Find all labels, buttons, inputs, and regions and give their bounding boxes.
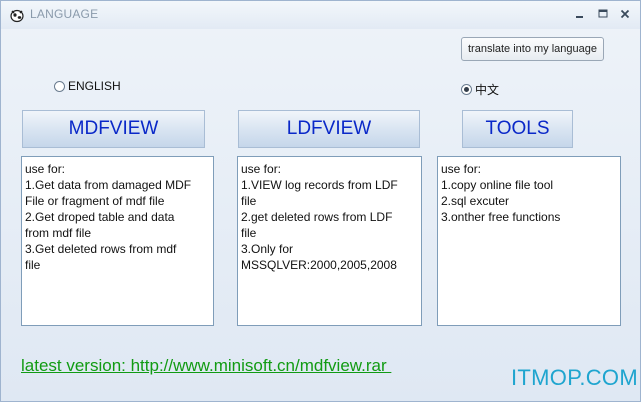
latest-version-link[interactable]: latest version: http://www.minisoft.cn/m… xyxy=(21,356,391,376)
tools-line: 1.copy online file tool xyxy=(441,178,554,192)
close-icon[interactable] xyxy=(616,7,634,21)
minimize-icon[interactable] xyxy=(571,7,589,21)
tools-button[interactable]: TOOLS xyxy=(462,110,573,148)
translate-button[interactable]: translate into my language xyxy=(461,37,604,61)
mdfview-line: from mdf file xyxy=(25,226,92,240)
language-window: LANGUAGE translate into my language ENGL… xyxy=(0,0,641,402)
english-radio-circle[interactable] xyxy=(54,80,65,92)
chinese-radio-circle[interactable] xyxy=(461,84,472,95)
window-title: LANGUAGE xyxy=(30,7,99,21)
ldfview-description[interactable]: use for: 1.VIEW log records from LDF fil… xyxy=(237,156,422,326)
mdfview-line: file xyxy=(25,258,41,272)
ldfview-line: file xyxy=(241,194,257,208)
tools-line: use for: xyxy=(441,162,482,176)
title-bar[interactable]: LANGUAGE xyxy=(1,1,640,29)
ldfview-line: 2.get deleted rows from LDF xyxy=(241,210,393,224)
mdfview-description[interactable]: use for: 1.Get data from damaged MDF Fil… xyxy=(21,156,214,326)
maximize-icon[interactable] xyxy=(594,7,612,21)
mdfview-line: 1.Get data from damaged MDF xyxy=(25,178,192,192)
ldfview-line: file xyxy=(241,226,257,240)
mdfview-line: 2.Get droped table and data xyxy=(25,210,175,224)
mdfview-line: File or fragment of mdf file xyxy=(25,194,165,208)
tools-line: 3.onther free functions xyxy=(441,210,561,224)
ldfview-line: 1.VIEW log records from LDF xyxy=(241,178,398,192)
mdfview-line: use for: xyxy=(25,162,66,176)
mdfview-line: 3.Get deleted rows from mdf xyxy=(25,242,177,256)
watermark: ITMOP.COM xyxy=(511,365,638,390)
cow-icon xyxy=(9,7,25,23)
ldfview-button[interactable]: LDFVIEW xyxy=(238,110,420,148)
english-radio-label: ENGLISH xyxy=(68,79,121,93)
ldfview-line: 3.Only for xyxy=(241,242,294,256)
ldfview-line: MSSQLVER:2000,2005,2008 xyxy=(241,258,397,272)
chinese-radio[interactable]: 中文 xyxy=(461,81,499,98)
tools-line: 2.sql excuter xyxy=(441,194,510,208)
ldfview-line: use for: xyxy=(241,162,282,176)
mdfview-button[interactable]: MDFVIEW xyxy=(22,110,205,148)
english-radio[interactable]: ENGLISH xyxy=(54,79,121,93)
chinese-radio-label: 中文 xyxy=(475,83,500,97)
tools-description[interactable]: use for: 1.copy online file tool 2.sql e… xyxy=(437,156,621,326)
